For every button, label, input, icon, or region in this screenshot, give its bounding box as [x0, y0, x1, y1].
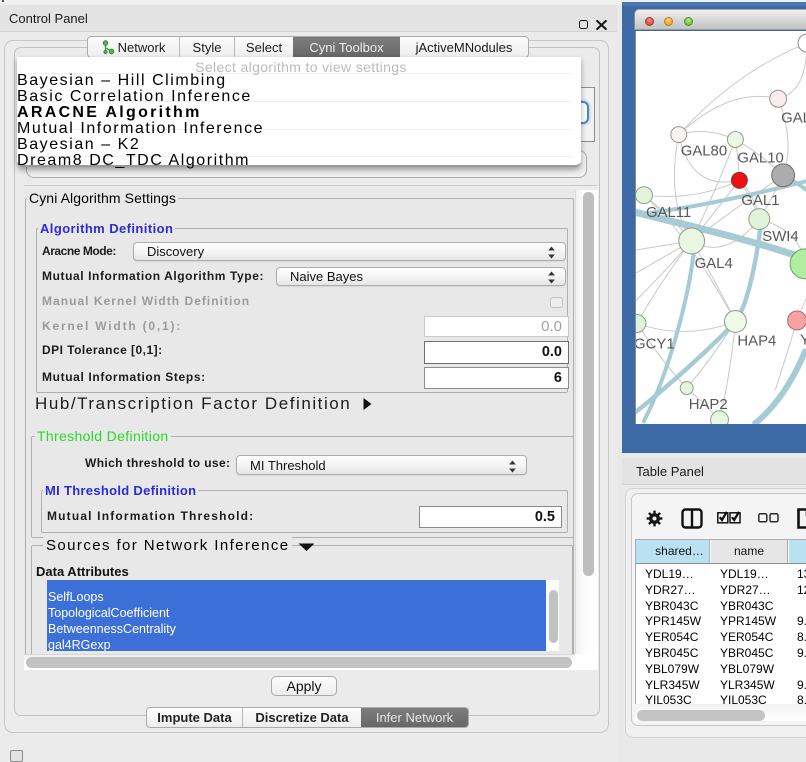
svg-text:Y: Y: [800, 332, 806, 348]
svg-text:GAL1: GAL1: [741, 193, 779, 209]
svg-text:GAL11: GAL11: [646, 205, 691, 221]
svg-text:GCY1: GCY1: [635, 336, 675, 352]
svg-text:GAL4: GAL4: [695, 256, 733, 272]
svg-text:GAL: GAL: [781, 111, 806, 127]
svg-text:HAP4: HAP4: [737, 333, 776, 349]
svg-text:GAL10: GAL10: [737, 150, 783, 166]
svg-text:SWI4: SWI4: [762, 229, 798, 245]
svg-text:GAL80: GAL80: [681, 143, 727, 159]
svg-text:HAP2: HAP2: [689, 397, 728, 413]
